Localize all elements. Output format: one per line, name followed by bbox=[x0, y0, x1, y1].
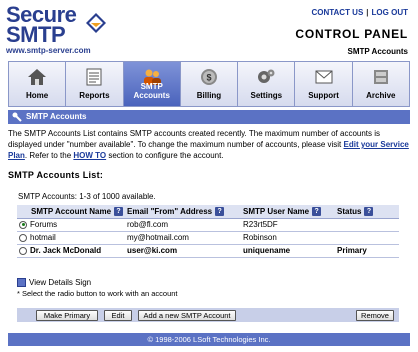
section-description: The SMTP Accounts List contains SMTP acc… bbox=[8, 128, 410, 161]
table-row[interactable]: hotmail my@hotmail.com Robinson bbox=[17, 231, 399, 245]
account-name: hotmail bbox=[30, 233, 56, 242]
details-icon bbox=[17, 278, 26, 288]
cell-account-name: Forums bbox=[17, 218, 126, 232]
tab-smtp-accounts[interactable]: SMTP Accounts bbox=[123, 62, 181, 106]
page-title: CONTROL PANEL bbox=[295, 27, 408, 41]
tab-archive[interactable]: Archive bbox=[353, 62, 409, 106]
cell-email: rob@fl.com bbox=[125, 218, 242, 232]
wrench-icon bbox=[12, 112, 22, 122]
archive-icon bbox=[373, 70, 388, 84]
envelope-icon bbox=[86, 13, 106, 33]
footer: © 1998-2006 LSoft Technologies Inc. bbox=[8, 333, 410, 346]
col-account-name: SMTP Account Name? bbox=[17, 205, 126, 219]
col-email-from-label: Email "From" Address bbox=[127, 206, 213, 216]
tab-reports-label: Reports bbox=[79, 91, 110, 100]
col-account-name-label: SMTP Account Name bbox=[31, 206, 112, 216]
account-name: Dr. Jack McDonald bbox=[30, 246, 102, 255]
row-radio[interactable] bbox=[19, 246, 27, 255]
desc-text-2: . Refer to the bbox=[24, 151, 74, 160]
help-icon[interactable]: ? bbox=[114, 206, 124, 216]
details-label: View Details Sign bbox=[29, 278, 92, 287]
tab-support[interactable]: Support bbox=[295, 62, 353, 106]
remove-button[interactable]: Remove bbox=[356, 310, 394, 321]
table-row[interactable]: Dr. Jack McDonald user@ki.com uniquename… bbox=[17, 244, 399, 258]
help-icon[interactable]: ? bbox=[215, 206, 225, 216]
add-account-button[interactable]: Add a new SMTP Account bbox=[138, 310, 236, 321]
cell-account-name: Dr. Jack McDonald bbox=[17, 244, 126, 258]
col-user-name-label: SMTP User Name bbox=[243, 206, 310, 216]
top-links-separator: | bbox=[366, 8, 369, 17]
tab-billing-label: Billing bbox=[196, 91, 222, 100]
logout-link[interactable]: LOG OUT bbox=[372, 8, 408, 17]
cell-account-name: hotmail bbox=[17, 231, 126, 245]
cell-email: user@ki.com bbox=[125, 244, 242, 258]
tab-support-label: Support bbox=[308, 91, 339, 100]
how-to-link[interactable]: HOW TO bbox=[73, 151, 106, 160]
gear-icon bbox=[258, 69, 275, 83]
accounts-table: SMTP Account Name? Email "From" Address?… bbox=[17, 205, 399, 258]
list-title: SMTP Accounts List: bbox=[8, 170, 104, 180]
col-user-name: SMTP User Name? bbox=[241, 205, 336, 219]
action-bar: Make Primary Edit Add a new SMTP Account… bbox=[17, 308, 399, 322]
tab-reports[interactable]: Reports bbox=[66, 62, 124, 106]
cell-user: R23rt5DF bbox=[241, 218, 336, 232]
billing-icon: $ bbox=[200, 69, 217, 85]
tab-settings-label: Settings bbox=[250, 91, 283, 100]
cell-status bbox=[335, 218, 399, 232]
tab-billing[interactable]: $ Billing bbox=[181, 62, 239, 106]
make-primary-button[interactable]: Make Primary bbox=[36, 310, 98, 321]
help-icon[interactable]: ? bbox=[364, 206, 374, 216]
contact-us-link[interactable]: CONTACT US bbox=[311, 8, 363, 17]
col-status: Status? bbox=[335, 205, 399, 219]
tab-settings[interactable]: Settings bbox=[238, 62, 296, 106]
account-name: Forums bbox=[30, 220, 58, 229]
cell-user: uniquename bbox=[241, 244, 336, 258]
tab-smtp-accounts-label: SMTP Accounts bbox=[133, 82, 170, 100]
row-radio[interactable] bbox=[19, 233, 27, 242]
desc-text-3: section to configure the account. bbox=[106, 151, 224, 160]
svg-text:$: $ bbox=[206, 73, 211, 83]
col-status-label: Status bbox=[337, 206, 362, 216]
top-links: CONTACT US | LOG OUT bbox=[311, 8, 408, 17]
page-subtitle: SMTP Accounts bbox=[347, 47, 408, 56]
logo: Secure SMTP www.smtp-server.com bbox=[6, 2, 116, 56]
tab-home-label: Home bbox=[26, 91, 49, 100]
view-details-legend: View Details Sign bbox=[17, 278, 92, 288]
main-nav: Home Reports SMTP Accounts $ Billing Set… bbox=[8, 61, 410, 107]
cell-status: Primary bbox=[335, 244, 399, 258]
section-header: SMTP Accounts bbox=[8, 110, 410, 124]
cell-email: my@hotmail.com bbox=[125, 231, 242, 245]
tab-archive-label: Archive bbox=[366, 91, 396, 100]
tab-home[interactable]: Home bbox=[9, 62, 67, 106]
cell-user: Robinson bbox=[241, 231, 336, 245]
cell-status bbox=[335, 231, 399, 245]
desc-text-1: The SMTP Accounts List contains SMTP acc… bbox=[8, 129, 381, 149]
support-icon bbox=[315, 70, 333, 84]
radio-hint: * Select the radio button to work with a… bbox=[17, 289, 178, 298]
reports-icon bbox=[86, 68, 102, 86]
table-row[interactable]: Forums rob@fl.com R23rt5DF bbox=[17, 218, 399, 232]
logo-url: www.smtp-server.com bbox=[6, 46, 91, 55]
help-icon[interactable]: ? bbox=[312, 206, 322, 216]
row-radio[interactable] bbox=[19, 220, 27, 229]
col-email-from: Email "From" Address? bbox=[125, 205, 242, 219]
home-icon bbox=[28, 69, 47, 85]
table-header-row: SMTP Account Name? Email "From" Address?… bbox=[17, 205, 399, 219]
edit-button[interactable]: Edit bbox=[104, 310, 132, 321]
section-title: SMTP Accounts bbox=[26, 112, 87, 121]
account-count: SMTP Accounts: 1-3 of 1000 available. bbox=[18, 192, 156, 201]
logo-text-smtp: SMTP bbox=[6, 22, 66, 47]
